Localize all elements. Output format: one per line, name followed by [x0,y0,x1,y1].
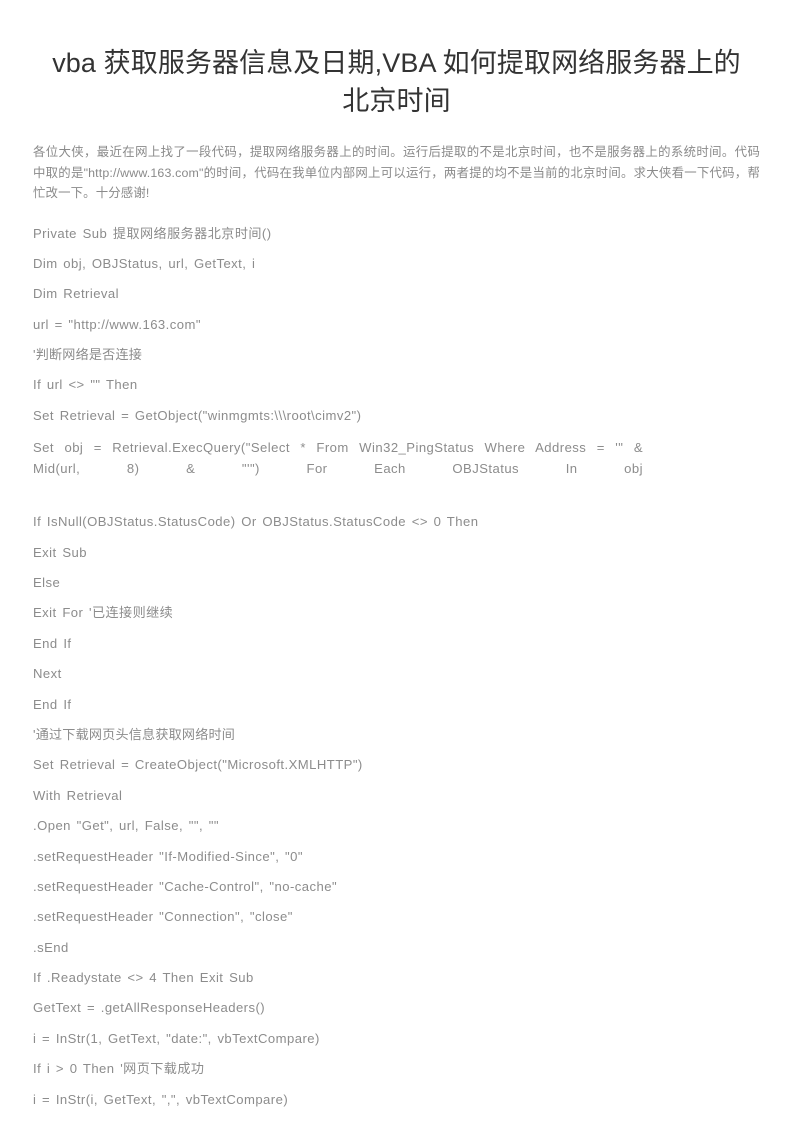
code-line: Private Sub 提取网络服务器北京时间() [33,225,272,241]
code-line: .sEnd [33,939,69,955]
code-line: End If [33,696,72,712]
code-line: url = "http://www.163.com" [33,316,201,332]
page-root: vba 获取服务器信息及日期,VBA 如何提取网络服务器上的北京时间 各位大侠，… [0,0,793,1122]
code-line: GetText = .getAllResponseHeaders() [33,1000,266,1016]
code-line: With Retrieval [33,787,123,803]
code-line: Set obj = Retrieval.ExecQuery("Select * … [33,440,643,477]
code-line: If .Readystate <> 4 Then Exit Sub [33,970,254,986]
code-line: If i > 0 Then '网页下载成功 [33,1061,205,1077]
article-container: vba 获取服务器信息及日期,VBA 如何提取网络服务器上的北京时间 各位大侠，… [33,0,760,1121]
code-line: Dim Retrieval [33,286,120,302]
code-line: .setRequestHeader "If-Modified-Since", "… [33,848,303,864]
code-line: .setRequestHeader "Connection", "close" [33,909,293,925]
code-line: i = InStr(i, GetText, ",", vbTextCompare… [33,1091,289,1107]
code-line: '判断网络是否连接 [33,347,143,363]
code-line: Set Retrieval = GetObject("winmgmts:\\\r… [33,407,362,423]
code-line: .Open "Get", url, False, "", "" [33,818,219,834]
code-line: Next [33,666,62,682]
code-line: .setRequestHeader "Cache-Control", "no-c… [33,878,338,894]
code-line: End If [33,635,72,651]
code-line: i = InStr(1, GetText, "date:", vbTextCom… [33,1030,320,1046]
code-line: Exit Sub [33,544,87,560]
code-line: Else [33,575,61,591]
code-block: Private Sub 提取网络服务器北京时间() Dim obj, OBJSta… [33,204,760,1109]
code-line: Set Retrieval = CreateObject("Microsoft.… [33,757,363,773]
code-line: If url <> "" Then [33,377,138,393]
code-line: Dim obj, OBJStatus, url, GetText, i [33,255,256,271]
code-line: '通过下载网页头信息获取网络时间 [33,726,236,742]
article-intro-paragraph: 各位大侠，最近在网上找了一段代码，提取网络服务器上的时间。运行后提取的不是北京时… [33,145,760,200]
code-line: Exit For '已连接则继续 [33,605,174,621]
page-title: vba 获取服务器信息及日期,VBA 如何提取网络服务器上的北京时间 [52,48,741,116]
code-line: If IsNull(OBJStatus.StatusCode) Or OBJSt… [33,514,479,530]
